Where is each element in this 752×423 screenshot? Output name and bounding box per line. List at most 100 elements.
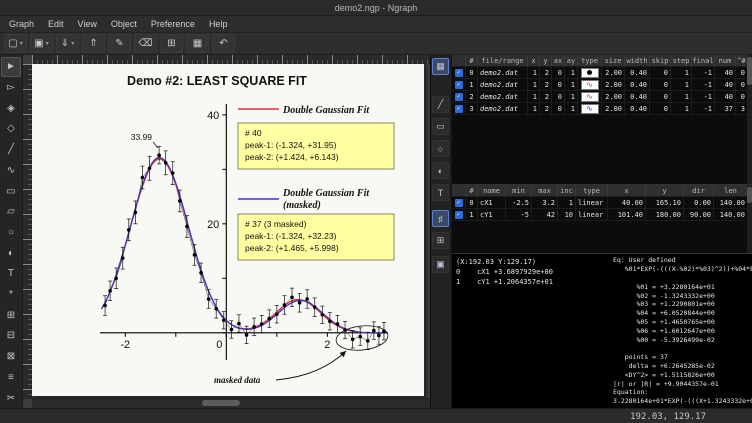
vscrollbar-thumb[interactable]: [747, 57, 752, 85]
data-point[interactable]: [214, 307, 218, 311]
data-point[interactable]: [103, 304, 107, 308]
axis-settings-button[interactable]: ⊞: [160, 34, 183, 53]
file-list-scrollbar[interactable]: [747, 55, 752, 184]
data-point[interactable]: [298, 301, 302, 305]
dropdown-caret-icon[interactable]: ▾: [20, 40, 23, 47]
circle-object-button[interactable]: ○: [432, 140, 449, 157]
hscrollbar-thumb[interactable]: [202, 400, 240, 406]
data-point[interactable]: [121, 256, 125, 260]
data-point[interactable]: [372, 329, 376, 333]
table-row[interactable]: ✓1demo2.dat1201∿2.000.4001-1400: [452, 79, 752, 91]
graph-title[interactable]: Demo #2: LEAST SQUARE FIT: [127, 74, 307, 88]
axis-list-scrollbar[interactable]: [747, 185, 752, 253]
section-axis-tool[interactable]: ⊟: [1, 326, 21, 346]
data-point[interactable]: [134, 211, 138, 215]
peak-annotation[interactable]: 33.99: [131, 132, 153, 142]
single-axis-tool[interactable]: ≡: [1, 368, 21, 388]
data-select-tool[interactable]: ◇: [1, 119, 21, 139]
table-row[interactable]: ✓2demo2.dat1201∿2.000.4001-1400: [452, 91, 752, 103]
axis-select-tool[interactable]: ◈: [1, 98, 21, 118]
line-object-button[interactable]: ╱: [432, 96, 449, 113]
data-point[interactable]: [328, 320, 332, 324]
row-checkbox[interactable]: ✓: [455, 69, 463, 77]
line-tool[interactable]: ╱: [1, 140, 21, 160]
data-point[interactable]: [185, 225, 189, 229]
data-point[interactable]: [275, 312, 279, 316]
table-row[interactable]: ✓0cX1-2.53.21linear40.00165.100.00140.00: [452, 197, 752, 209]
file-save-button[interactable]: ▣: [432, 256, 449, 273]
arc-tool[interactable]: ◐: [1, 243, 21, 263]
cross-axis-tool[interactable]: ⊠: [1, 347, 21, 367]
dropdown-caret-icon[interactable]: ▾: [71, 40, 74, 47]
row-checkbox[interactable]: ✓: [455, 199, 463, 207]
legend-label-masked-suffix[interactable]: (masked): [283, 200, 321, 211]
new-graph-button[interactable]: ▢▾: [4, 34, 27, 53]
vscrollbar-thumb[interactable]: [747, 187, 752, 203]
data-point[interactable]: [245, 333, 249, 337]
data-point[interactable]: [336, 322, 340, 326]
row-checkbox[interactable]: ✓: [455, 211, 463, 219]
data-point[interactable]: [366, 339, 370, 343]
mark-tool[interactable]: *: [1, 285, 21, 305]
clear-button[interactable]: ⌫: [134, 34, 157, 53]
data-point[interactable]: [178, 199, 182, 203]
canvas-hscrollbar[interactable]: [32, 398, 430, 408]
menu-preference[interactable]: Preference: [144, 17, 202, 31]
data-point[interactable]: [230, 328, 234, 332]
menu-object[interactable]: Object: [104, 17, 144, 31]
titlebar[interactable]: demo2.ngp - Ngraph: [0, 0, 752, 16]
menu-help[interactable]: Help: [202, 17, 235, 31]
data-view-button[interactable]: ▦: [432, 58, 449, 75]
dropdown-caret-icon[interactable]: ▾: [46, 40, 49, 47]
data-point[interactable]: [267, 317, 271, 321]
data-point[interactable]: [290, 296, 294, 300]
data-point[interactable]: [127, 228, 131, 232]
legend-label-masked-fit[interactable]: Double Gaussian Fit: [282, 188, 370, 199]
data-point[interactable]: [252, 325, 256, 329]
legend-label-fit[interactable]: Double Gaussian Fit: [282, 105, 370, 116]
data-point[interactable]: [108, 289, 112, 293]
row-checkbox[interactable]: ✓: [455, 81, 463, 89]
data-point[interactable]: [260, 322, 264, 326]
data-point[interactable]: [141, 176, 145, 180]
data-point[interactable]: [377, 334, 381, 338]
text-object-button[interactable]: T: [432, 184, 449, 201]
trim-tool[interactable]: ✂: [1, 388, 21, 408]
data-point[interactable]: [207, 297, 211, 301]
menu-edit[interactable]: Edit: [41, 17, 71, 31]
export-button[interactable]: ⇓▾: [56, 34, 79, 53]
data-point[interactable]: [157, 153, 161, 157]
row-checkbox[interactable]: ✓: [455, 105, 463, 113]
menu-graph[interactable]: Graph: [2, 17, 41, 31]
data-point[interactable]: [305, 297, 309, 301]
arc-object-button[interactable]: ◐: [432, 162, 449, 179]
axis-object-button[interactable]: ♯: [432, 210, 449, 227]
frame-object-button[interactable]: ⊞: [432, 232, 449, 249]
load-data-button[interactable]: ⇑: [82, 34, 105, 53]
data-point[interactable]: [164, 161, 168, 165]
table-row[interactable]: ✓3demo2.dat1201∿2.000.4001-1373: [452, 103, 752, 115]
data-point[interactable]: [351, 338, 355, 342]
data-point[interactable]: [222, 318, 226, 322]
table-row[interactable]: ✓0demo2.dat12012.000.4001-1400: [452, 67, 752, 79]
data-sheet-button[interactable]: ▦: [186, 34, 209, 53]
data-point[interactable]: [358, 335, 362, 339]
circle-tool[interactable]: ○: [1, 223, 21, 243]
data-point[interactable]: [320, 313, 324, 317]
pointer-tool[interactable]: ►: [1, 57, 21, 77]
data-point[interactable]: [237, 322, 241, 326]
data-point[interactable]: [199, 271, 203, 275]
masked-data-annotation[interactable]: masked data: [214, 375, 261, 385]
data-point[interactable]: [148, 166, 152, 170]
undo-button[interactable]: ↶: [212, 34, 235, 53]
data-point[interactable]: [313, 305, 317, 309]
rect-object-button[interactable]: ▭: [432, 118, 449, 135]
polygon-tool[interactable]: ▱: [1, 202, 21, 222]
draw-button[interactable]: ✎: [108, 34, 131, 53]
data-point[interactable]: [283, 303, 287, 307]
graph-page[interactable]: -2022040 Demo #2: LEAST SQUARE FIT Doubl…: [32, 64, 424, 396]
frame-axis-tool[interactable]: ⊞: [1, 305, 21, 325]
text-tool[interactable]: T: [1, 264, 21, 284]
data-point[interactable]: [193, 253, 197, 257]
legend-select-tool[interactable]: ▻: [1, 78, 21, 98]
